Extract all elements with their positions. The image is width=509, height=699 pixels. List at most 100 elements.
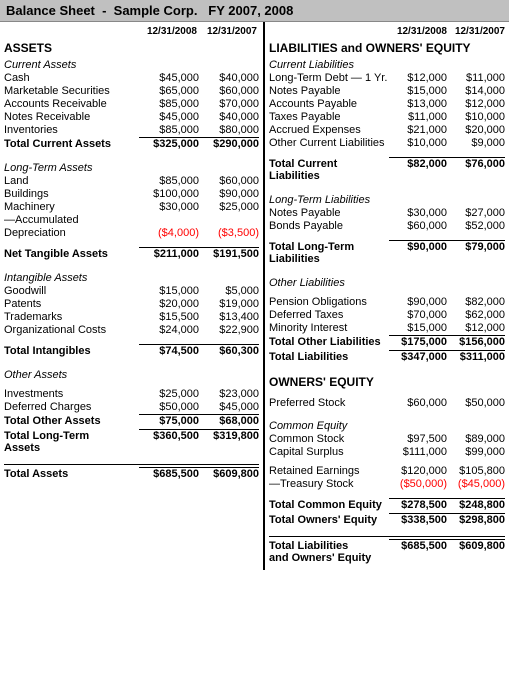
col-2008-left: 12/31/2008 (137, 26, 197, 37)
trademarks-2007: $13,400 (199, 311, 259, 323)
intangible-assets-label: Intangible Assets (4, 272, 259, 284)
list-item: Capital Surplus $111,000 $99,000 (269, 446, 505, 458)
total-intangibles-label: Total Intangibles (4, 345, 139, 357)
total-cl-2008: $82,000 (389, 157, 447, 170)
capital-surplus-label: Capital Surplus (269, 446, 389, 458)
ltl-notes-pay-2008: $30,000 (389, 207, 447, 219)
liabilities-panel: 12/31/2008 12/31/2007 LIABILITIES and OW… (265, 22, 509, 570)
mkt-sec-2007: $60,000 (199, 85, 259, 97)
accrued-exp-2007: $20,000 (447, 124, 505, 136)
depreciation-2008: ($4,000) (139, 227, 199, 239)
total-liab-2008: $347,000 (389, 350, 447, 363)
col-2007-left: 12/31/2007 (197, 26, 257, 37)
total-ce-2008: $278,500 (389, 498, 447, 511)
ltd1yr-2008: $12,000 (389, 72, 447, 84)
cash-2008: $45,000 (139, 72, 199, 84)
total-ce-2007: $248,800 (447, 498, 505, 511)
notes-pay-2007: $14,000 (447, 85, 505, 97)
trademarks-label: Trademarks (4, 311, 139, 323)
other-cl-label: Other Current Liabilities (269, 137, 389, 149)
list-item: Minority Interest $15,000 $12,000 (269, 322, 505, 334)
investments-2007: $23,000 (199, 388, 259, 400)
total-other-liabilities: Total Other Liabilities $175,000 $156,00… (269, 335, 505, 348)
total-other-assets-2007: $68,000 (199, 414, 259, 427)
list-item: Other Current Liabilities $10,000 $9,000 (269, 137, 505, 149)
list-item: Marketable Securities $65,000 $60,000 (4, 85, 259, 97)
header: Balance Sheet - Sample Corp. FY 2007, 20… (0, 0, 509, 22)
list-item: Trademarks $15,500 $13,400 (4, 311, 259, 323)
list-item: Notes Payable $30,000 $27,000 (269, 207, 505, 219)
list-item: Accounts Payable $13,000 $12,000 (269, 98, 505, 110)
total-oe-2007: $298,800 (447, 513, 505, 526)
total-liabilities: Total Liabilities $347,000 $311,000 (269, 350, 505, 363)
total-le-label: Total Liabilities and Owners' Equity (269, 540, 389, 564)
list-item: Deferred Charges $50,000 $45,000 (4, 401, 259, 413)
list-item: Investments $25,000 $23,000 (4, 388, 259, 400)
left-col-headers: 12/31/2008 12/31/2007 (4, 26, 259, 37)
deferred-taxes-label: Deferred Taxes (269, 309, 389, 321)
total-le-2007: $609,800 (447, 539, 505, 552)
org-costs-label: Organizational Costs (4, 324, 139, 336)
common-stock-label: Common Stock (269, 433, 389, 445)
org-costs-2008: $24,000 (139, 324, 199, 336)
list-item: Depreciation ($4,000) ($3,500) (4, 227, 259, 239)
inventories-label: Inventories (4, 124, 139, 136)
notes-pay-label: Notes Payable (269, 85, 389, 97)
total-cl-2007: $76,000 (447, 157, 505, 170)
long-term-assets-label: Long-Term Assets (4, 162, 259, 174)
inventories-2007: $80,000 (199, 124, 259, 136)
list-item: Long-Term Debt — 1 Yr. $12,000 $11,000 (269, 72, 505, 84)
goodwill-2007: $5,000 (199, 285, 259, 297)
total-lta-label: Total Long-Term Assets (4, 430, 139, 454)
total-other-assets-2008: $75,000 (139, 414, 199, 427)
notes-rec-label: Notes Receivable (4, 111, 139, 123)
total-ltl-2007: $79,000 (447, 240, 505, 253)
total-current-assets: Total Current Assets $325,000 $290,000 (4, 137, 259, 150)
depreciation-label: Depreciation (4, 227, 139, 239)
deferred-taxes-2008: $70,000 (389, 309, 447, 321)
investments-2008: $25,000 (139, 388, 199, 400)
machinery-2008: $30,000 (139, 201, 199, 213)
mkt-sec-label: Marketable Securities (4, 85, 139, 97)
total-intangibles-2007: $60,300 (199, 344, 259, 357)
total-assets-label: Total Assets (4, 468, 139, 480)
total-ca-2007: $290,000 (199, 137, 259, 150)
land-2008: $85,000 (139, 175, 199, 187)
list-item: Organizational Costs $24,000 $22,900 (4, 324, 259, 336)
preferred-stock-2008: $60,000 (389, 397, 447, 409)
land-2007: $60,000 (199, 175, 259, 187)
accts-pay-2008: $13,000 (389, 98, 447, 110)
right-col-2007: 12/31/2007 (447, 26, 505, 37)
taxes-pay-2008: $11,000 (389, 111, 447, 123)
total-liab-2007: $311,000 (447, 350, 505, 363)
ltl-notes-pay-2007: $27,000 (447, 207, 505, 219)
accrued-exp-2008: $21,000 (389, 124, 447, 136)
minority-interest-label: Minority Interest (269, 322, 389, 334)
notes-pay-2008: $15,000 (389, 85, 447, 97)
accum-label: —Accumulated (4, 214, 259, 226)
net-tangible-2008: $211,000 (139, 247, 199, 260)
list-item: Bonds Payable $60,000 $52,000 (269, 220, 505, 232)
net-tangible-assets: Net Tangible Assets $211,000 $191,500 (4, 247, 259, 260)
accts-rec-label: Accounts Receivable (4, 98, 139, 110)
net-tangible-label: Net Tangible Assets (4, 248, 139, 260)
list-item: Accounts Receivable $85,000 $70,000 (4, 98, 259, 110)
list-item: —Treasury Stock ($50,000) ($45,000) (269, 478, 505, 490)
total-ce-label: Total Common Equity (269, 499, 389, 511)
total-current-liabilities: Total Current Liabilities $82,000 $76,00… (269, 157, 505, 182)
assets-panel: 12/31/2008 12/31/2007 ASSETS Current Ass… (0, 22, 265, 570)
liabilities-title: LIABILITIES and OWNERS' EQUITY (269, 41, 505, 55)
inventories-2008: $85,000 (139, 124, 199, 136)
total-liabilities-equity: Total Liabilities and Owners' Equity $68… (269, 539, 505, 564)
minority-interest-2008: $15,000 (389, 322, 447, 334)
accts-pay-label: Accounts Payable (269, 98, 389, 110)
buildings-label: Buildings (4, 188, 139, 200)
total-oe-label: Total Owners' Equity (269, 514, 389, 526)
minority-interest-2007: $12,000 (447, 322, 505, 334)
total-liab-label: Total Liabilities (269, 351, 389, 363)
deferred-charges-2008: $50,000 (139, 401, 199, 413)
net-tangible-2007: $191,500 (199, 247, 259, 260)
other-cl-2008: $10,000 (389, 137, 447, 149)
deferred-charges-2007: $45,000 (199, 401, 259, 413)
notes-rec-2008: $45,000 (139, 111, 199, 123)
